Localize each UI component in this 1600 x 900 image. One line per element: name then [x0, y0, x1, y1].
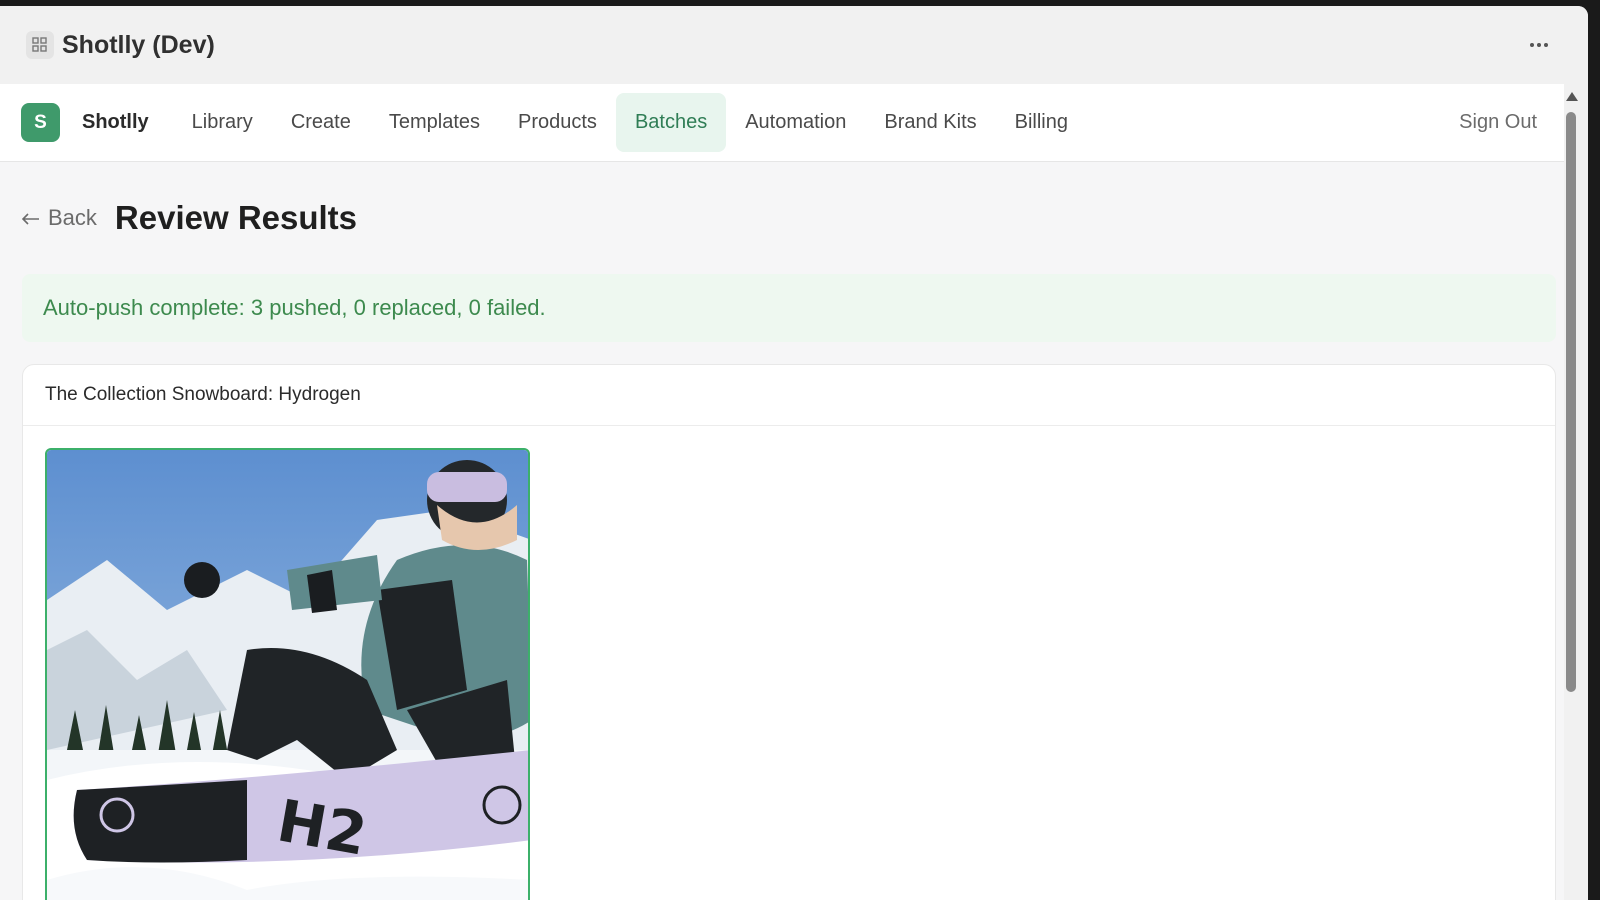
scroll-up-icon[interactable]	[1566, 92, 1578, 101]
scroll-thumb[interactable]	[1566, 112, 1576, 692]
nav-item-billing[interactable]: Billing	[996, 93, 1087, 152]
arrow-left-icon	[21, 205, 40, 231]
back-button[interactable]: Back	[21, 205, 97, 231]
nav-item-batches[interactable]: Batches	[615, 93, 727, 152]
product-image[interactable]: H2	[45, 448, 530, 900]
top-nav: S Shotlly Library Create Templates Produ…	[0, 84, 1578, 162]
vertical-scrollbar[interactable]	[1564, 84, 1578, 900]
brand-logo[interactable]: S	[21, 103, 60, 142]
app-window: Shotlly (Dev) S Shotlly Library Create T…	[0, 6, 1588, 900]
nav-item-create[interactable]: Create	[272, 93, 370, 152]
app-grid-icon	[26, 31, 54, 59]
window-title: Shotlly (Dev)	[62, 30, 215, 59]
back-label: Back	[48, 205, 97, 230]
nav-item-templates[interactable]: Templates	[370, 93, 499, 152]
app-content: S Shotlly Library Create Templates Produ…	[0, 84, 1578, 900]
product-card: The Collection Snowboard: Hydrogen H2	[22, 364, 1556, 900]
product-title: The Collection Snowboard: Hydrogen	[23, 365, 1555, 426]
nav-item-products[interactable]: Products	[499, 93, 616, 152]
sign-out-button[interactable]: Sign Out	[1459, 111, 1537, 134]
brand-name[interactable]: Shotlly	[82, 111, 149, 134]
title-bar: Shotlly (Dev)	[0, 6, 1588, 84]
page-title: Review Results	[114, 199, 358, 236]
more-horizontal-icon[interactable]	[1524, 37, 1554, 53]
status-banner: Auto-push complete: 3 pushed, 0 replaced…	[22, 274, 1556, 342]
nav-item-automation[interactable]: Automation	[726, 93, 865, 152]
page-header: Back Review Results	[0, 162, 1578, 274]
nav-item-brand-kits[interactable]: Brand Kits	[865, 93, 995, 152]
nav-item-library[interactable]: Library	[173, 93, 272, 152]
